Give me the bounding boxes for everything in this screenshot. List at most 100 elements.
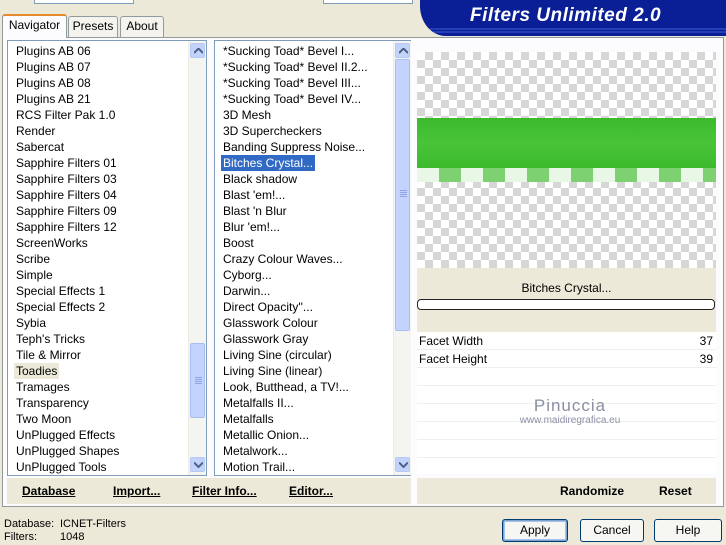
category-item[interactable]: Plugins AB 06 <box>14 43 93 59</box>
filter-item[interactable]: *Sucking Toad* Bevel IV... <box>221 91 363 107</box>
filter-scroll-thumb[interactable] <box>395 59 410 331</box>
filter-item[interactable]: 3D Mesh <box>221 107 273 123</box>
filter-item[interactable]: Living Sine (circular) <box>221 347 334 363</box>
category-item[interactable]: UnPlugged Effects <box>14 427 117 443</box>
filter-item[interactable]: Blast 'n Blur <box>221 203 289 219</box>
chevron-up-icon <box>399 48 408 54</box>
filter-item[interactable]: Motion Trail... <box>221 459 297 475</box>
category-item[interactable]: RCS Filter Pak 1.0 <box>14 107 117 123</box>
filter-item[interactable]: Bitches Crystal... <box>221 155 316 171</box>
preview-filter-name: Bitches Crystal... <box>521 281 612 295</box>
param-row-facet-width[interactable]: Facet Width 37 <box>417 332 716 350</box>
editor-button[interactable]: Editor... <box>289 484 333 498</box>
filter-item[interactable]: Metalfalls <box>221 411 276 427</box>
category-item[interactable]: UnPlugged Tools <box>14 459 109 475</box>
filter-item[interactable]: *Sucking Toad* Bevel II.2... <box>221 59 370 75</box>
filter-item[interactable]: 3D Supercheckers <box>221 123 324 139</box>
filter-list[interactable]: *Sucking Toad* Bevel I... *Sucking Toad* … <box>214 40 411 476</box>
category-scroll-thumb[interactable] <box>190 343 205 418</box>
category-item[interactable]: Tile & Mirror <box>14 347 83 363</box>
watermark-logo: Pinuccia www.maidiregrafica.eu <box>470 396 670 426</box>
category-item[interactable]: Toadies <box>14 363 60 379</box>
filter-item[interactable]: *Sucking Toad* Bevel I... <box>221 43 356 59</box>
filter-scrollbar[interactable] <box>393 41 411 475</box>
category-item[interactable]: Two Moon <box>14 411 73 427</box>
filter-item[interactable]: Banding Suppress Noise... <box>221 139 367 155</box>
filter-item[interactable]: Living Sine (linear) <box>221 363 324 379</box>
preview-crystal-strip <box>417 168 716 182</box>
chevron-up-icon <box>194 48 203 54</box>
category-item[interactable]: Sapphire Filters 01 <box>14 155 119 171</box>
chevron-down-icon <box>194 462 203 468</box>
import-button[interactable]: Import... <box>113 484 160 498</box>
filter-scroll-down-button[interactable] <box>395 457 410 472</box>
database-label: Database: <box>4 518 55 530</box>
param-value[interactable]: 39 <box>700 350 713 368</box>
randomize-button[interactable]: Randomize <box>560 484 624 498</box>
title-banner: Filters Unlimited 2.0 <box>420 0 726 36</box>
cancel-button[interactable]: Cancel <box>580 519 644 542</box>
category-item[interactable]: Special Effects 2 <box>14 299 107 315</box>
progress-bar <box>417 299 715 310</box>
category-item[interactable]: Sapphire Filters 03 <box>14 171 119 187</box>
help-button[interactable]: Help <box>654 519 722 542</box>
reset-button[interactable]: Reset <box>659 484 692 498</box>
param-label: Facet Height <box>419 352 488 366</box>
filters-count-value: 1048 <box>60 531 85 543</box>
filter-item[interactable]: Glasswork Colour <box>221 315 320 331</box>
category-item[interactable]: Plugins AB 07 <box>14 59 93 75</box>
filter-item[interactable]: Direct Opacity''... <box>221 299 315 315</box>
category-item[interactable]: Scribe <box>14 251 52 267</box>
category-item[interactable]: Teph's Tricks <box>14 331 87 347</box>
app-title: Filters Unlimited 2.0 <box>470 5 662 26</box>
category-item[interactable]: Sybia <box>14 315 48 331</box>
filter-item[interactable]: Metalfalls II... <box>221 395 296 411</box>
category-item[interactable]: Sabercat <box>14 139 66 155</box>
category-item[interactable]: Special Effects 1 <box>14 283 107 299</box>
filter-item[interactable]: Blast 'em!... <box>221 187 287 203</box>
category-item[interactable]: Simple <box>14 267 55 283</box>
tab-navigator[interactable]: Navigator <box>2 14 67 38</box>
top-field-left <box>34 0 134 4</box>
category-item[interactable]: Sapphire Filters 12 <box>14 219 119 235</box>
filter-item[interactable]: Look, Butthead, a TV!... <box>221 379 351 395</box>
banner-stripes <box>420 28 726 33</box>
category-item[interactable]: Transparency <box>14 395 91 411</box>
filter-item[interactable]: Blur 'em!... <box>221 219 282 235</box>
category-item[interactable]: Sapphire Filters 04 <box>14 187 119 203</box>
filter-item[interactable]: Crazy Colour Waves... <box>221 251 345 267</box>
filter-item[interactable]: Darwin... <box>221 283 272 299</box>
category-item[interactable]: Render <box>14 123 57 139</box>
filter-item[interactable]: Boost <box>221 235 256 251</box>
category-scroll-up-button[interactable] <box>190 43 205 58</box>
category-item[interactable]: Plugins AB 08 <box>14 75 93 91</box>
filter-item[interactable]: Cyborg... <box>221 267 274 283</box>
preview-green-band <box>417 118 716 168</box>
watermark-name: Pinuccia <box>533 396 607 415</box>
category-list[interactable]: Plugins AB 06 Plugins AB 07 Plugins AB 08 P… <box>7 40 207 476</box>
category-scroll-down-button[interactable] <box>190 457 205 472</box>
param-row-facet-height[interactable]: Facet Height 39 <box>417 350 716 368</box>
filter-item[interactable]: Metallic Onion... <box>221 427 311 443</box>
filter-info-button[interactable]: Filter Info... <box>192 484 257 498</box>
filter-scroll-up-button[interactable] <box>395 43 410 58</box>
param-value[interactable]: 37 <box>700 332 713 350</box>
filters-count-label: Filters: <box>4 531 37 543</box>
tab-presets[interactable]: Presets <box>68 16 118 37</box>
filter-item[interactable]: Metalwork... <box>221 443 290 459</box>
category-item[interactable]: Sapphire Filters 09 <box>14 203 119 219</box>
category-item[interactable]: ScreenWorks <box>14 235 90 251</box>
filter-item[interactable]: Glasswork Gray <box>221 331 310 347</box>
preview-image <box>417 52 716 268</box>
category-scrollbar[interactable] <box>188 41 206 475</box>
category-item[interactable]: UnPlugged Shapes <box>14 443 121 459</box>
param-label: Facet Width <box>419 334 484 348</box>
category-item[interactable]: Tramages <box>14 379 72 395</box>
database-button[interactable]: Database <box>22 484 75 498</box>
apply-button[interactable]: Apply <box>502 519 568 542</box>
category-item[interactable]: Plugins AB 21 <box>14 91 93 107</box>
filter-item[interactable]: Black shadow <box>221 171 299 187</box>
tab-about[interactable]: About <box>120 16 164 37</box>
chevron-down-icon <box>399 462 408 468</box>
filter-item[interactable]: *Sucking Toad* Bevel III... <box>221 75 363 91</box>
